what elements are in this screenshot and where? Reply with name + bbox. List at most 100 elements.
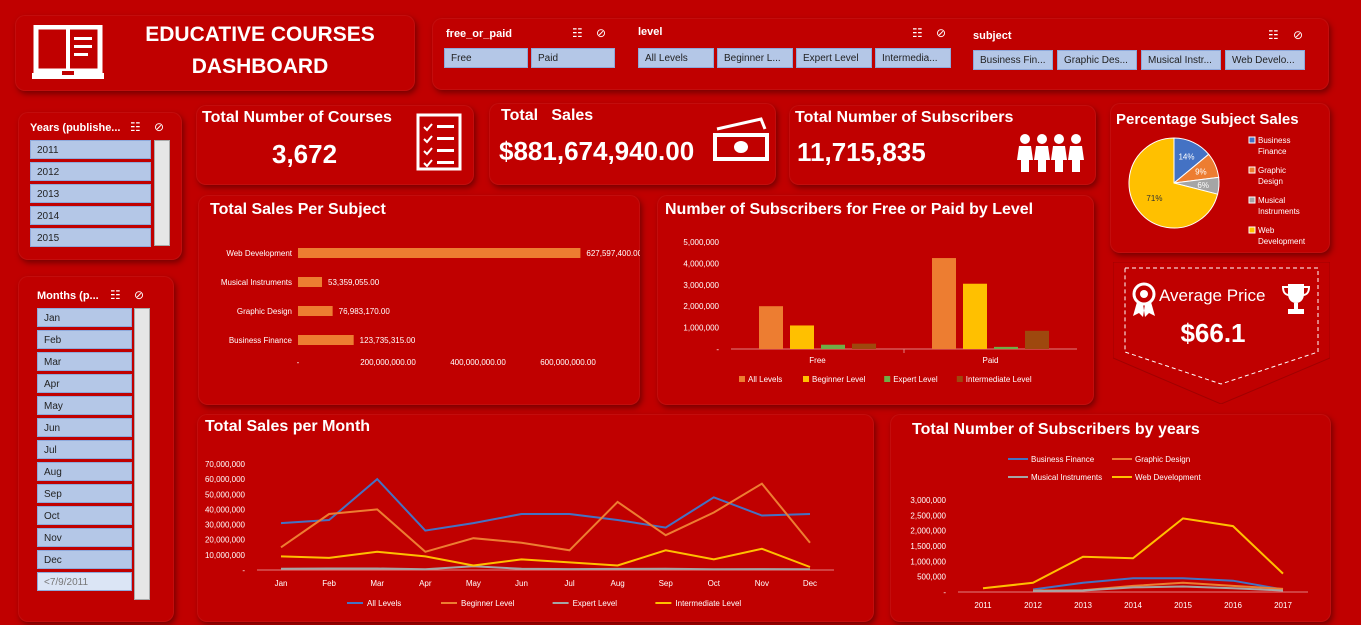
x-tick-label: 2016 xyxy=(1224,601,1242,610)
slicer-item-beginner[interactable]: Beginner L... xyxy=(717,48,793,68)
column-bar xyxy=(852,343,876,349)
bar-value-label: 627,597,400.00 xyxy=(586,249,640,258)
slicer-item-web[interactable]: Web Develo... xyxy=(1225,50,1305,70)
multi-select-icon[interactable]: ☷ xyxy=(110,288,121,302)
legend-swatch xyxy=(1248,166,1256,174)
x-tick-label: Oct xyxy=(708,579,721,588)
pie-data-label: 71% xyxy=(1146,194,1162,203)
months-slicer: Months (p... ☷ ⊘ Jan Feb Mar Apr May Jun… xyxy=(18,276,174,622)
month-item[interactable]: Jun xyxy=(37,418,132,437)
slicer-item-expert[interactable]: Expert Level xyxy=(796,48,872,68)
month-item[interactable]: Feb xyxy=(37,330,132,349)
y-tick-label: 2,000,000 xyxy=(910,527,946,536)
series-line xyxy=(280,547,811,568)
month-item[interactable]: Dec xyxy=(37,550,132,569)
trophy-icon xyxy=(1281,284,1311,314)
slicer-item-graphic[interactable]: Graphic Des... xyxy=(1057,50,1137,70)
x-tick-label: 2013 xyxy=(1074,601,1092,610)
title-line-2: DASHBOARD xyxy=(191,55,329,78)
average-price-badge: Average Price $66.1 xyxy=(1113,262,1330,404)
month-item[interactable]: Apr xyxy=(37,374,132,393)
month-item[interactable]: Mar xyxy=(37,352,132,371)
year-item[interactable]: 2012 xyxy=(30,162,151,181)
clear-filter-icon[interactable]: ⊘ xyxy=(154,120,164,134)
year-item[interactable]: 2013 xyxy=(30,184,151,203)
years-slicer: Years (publishe... ☷ ⊘ 2011 2012 2013 20… xyxy=(18,112,182,260)
month-item[interactable]: Jan xyxy=(37,308,132,327)
multi-select-icon[interactable]: ☷ xyxy=(130,120,141,134)
sales-per-subject-card: Total Sales Per Subject Web Development 6… xyxy=(198,195,640,405)
bar xyxy=(298,306,333,316)
legend-label-line: Development xyxy=(1258,237,1306,246)
legend-label-line: Business xyxy=(1258,136,1290,145)
bar-category-label: Web Development xyxy=(226,249,292,258)
x-tick-label: 400,000,000.00 xyxy=(450,358,506,367)
clear-filter-icon[interactable]: ⊘ xyxy=(596,26,606,40)
slicer-item-business[interactable]: Business Fin... xyxy=(973,50,1053,70)
x-tick-label: 200,000,000.00 xyxy=(360,358,416,367)
column-bar xyxy=(932,258,956,349)
kpi-subscribers-value: 11,715,835 xyxy=(797,137,926,167)
multi-select-icon[interactable]: ☷ xyxy=(1268,28,1279,42)
x-tick-label: 2017 xyxy=(1274,601,1292,610)
y-tick-label: 50,000,000 xyxy=(205,490,246,499)
y-tick-label: - xyxy=(716,345,719,354)
x-category-label: Paid xyxy=(982,356,998,365)
month-item[interactable]: Aug xyxy=(37,462,132,481)
y-tick-label: 20,000,000 xyxy=(205,536,246,545)
slicer-item-all-levels[interactable]: All Levels xyxy=(638,48,714,68)
sales-per-month-chart: - 10,000,000 20,000,000 30,000,000 40,000,00… xyxy=(205,460,834,608)
sales-per-subject-chart: Web Development 627,597,400.00 Musical Ins… xyxy=(221,248,640,367)
months-scrollbar[interactable] xyxy=(134,308,150,600)
years-scrollbar[interactable] xyxy=(154,140,170,246)
month-item[interactable]: Jul xyxy=(37,440,132,459)
x-tick-label: Jan xyxy=(275,579,288,588)
legend-label-line: Design xyxy=(1258,177,1283,186)
y-tick-label: - xyxy=(943,588,946,597)
slicer-item-intermediate[interactable]: Intermedia... xyxy=(875,48,951,68)
checklist-icon xyxy=(416,113,462,171)
pie-data-label: 9% xyxy=(1195,167,1207,176)
month-item-nodata[interactable]: <7/9/2011 xyxy=(37,572,132,591)
clear-filter-icon[interactable]: ⊘ xyxy=(1293,28,1303,42)
legend-label-line: Musical xyxy=(1258,196,1285,205)
clear-filter-icon[interactable]: ⊘ xyxy=(134,288,144,302)
x-tick-label: Sep xyxy=(659,579,674,588)
ribbon-icon xyxy=(1132,282,1156,317)
legend-swatch xyxy=(1248,226,1256,234)
month-item[interactable]: May xyxy=(37,396,132,415)
legend-swatch xyxy=(1248,136,1256,144)
multi-select-icon[interactable]: ☷ xyxy=(912,26,923,40)
slicer-item-free[interactable]: Free xyxy=(444,48,528,68)
column-bar xyxy=(821,344,845,349)
x-tick-label: Aug xyxy=(611,579,625,588)
x-tick-label: Jul xyxy=(564,579,574,588)
year-item[interactable]: 2015 xyxy=(30,228,151,247)
bar xyxy=(298,277,323,287)
dashboard-title: EDUCATIVE COURSES DASHBOARD xyxy=(115,15,405,83)
legend-label: Intermediate Level xyxy=(966,375,1032,384)
x-tick-label: May xyxy=(466,579,481,588)
top-slicers-card: free_or_paid ☷ ⊘ Free Paid level ☷ ⊘ All… xyxy=(432,18,1329,90)
month-item[interactable]: Sep xyxy=(37,484,132,503)
x-tick-label: Apr xyxy=(419,579,432,588)
year-item[interactable]: 2011 xyxy=(30,140,151,159)
multi-select-icon[interactable]: ☷ xyxy=(572,26,583,40)
title-line-1: EDUCATIVE COURSES xyxy=(145,23,375,46)
slicer-title-level: level xyxy=(638,26,663,38)
column-bar xyxy=(790,325,814,349)
subs-by-years-chart: - 500,000 1,000,000 1,500,000 2,000,000 2,500… xyxy=(910,455,1308,610)
x-category-label: Free xyxy=(809,356,826,365)
month-item[interactable]: Nov xyxy=(37,528,132,547)
year-item[interactable]: 2014 xyxy=(30,206,151,225)
clear-filter-icon[interactable]: ⊘ xyxy=(936,26,946,40)
y-tick-label: 3,000,000 xyxy=(910,496,946,505)
x-tick-label: 2015 xyxy=(1174,601,1192,610)
y-tick-label: 1,000,000 xyxy=(910,557,946,566)
slicer-item-musical[interactable]: Musical Instr... xyxy=(1141,50,1221,70)
kpi-sales: Total Sales $881,674,940.00 xyxy=(489,103,776,185)
month-item[interactable]: Oct xyxy=(37,506,132,525)
slicer-item-paid[interactable]: Paid xyxy=(531,48,615,68)
bar-category-label: Musical Instruments xyxy=(221,278,292,287)
free-paid-chart: - 1,000,000 2,000,000 3,000,000 4,000,000 5,0… xyxy=(683,238,1077,384)
